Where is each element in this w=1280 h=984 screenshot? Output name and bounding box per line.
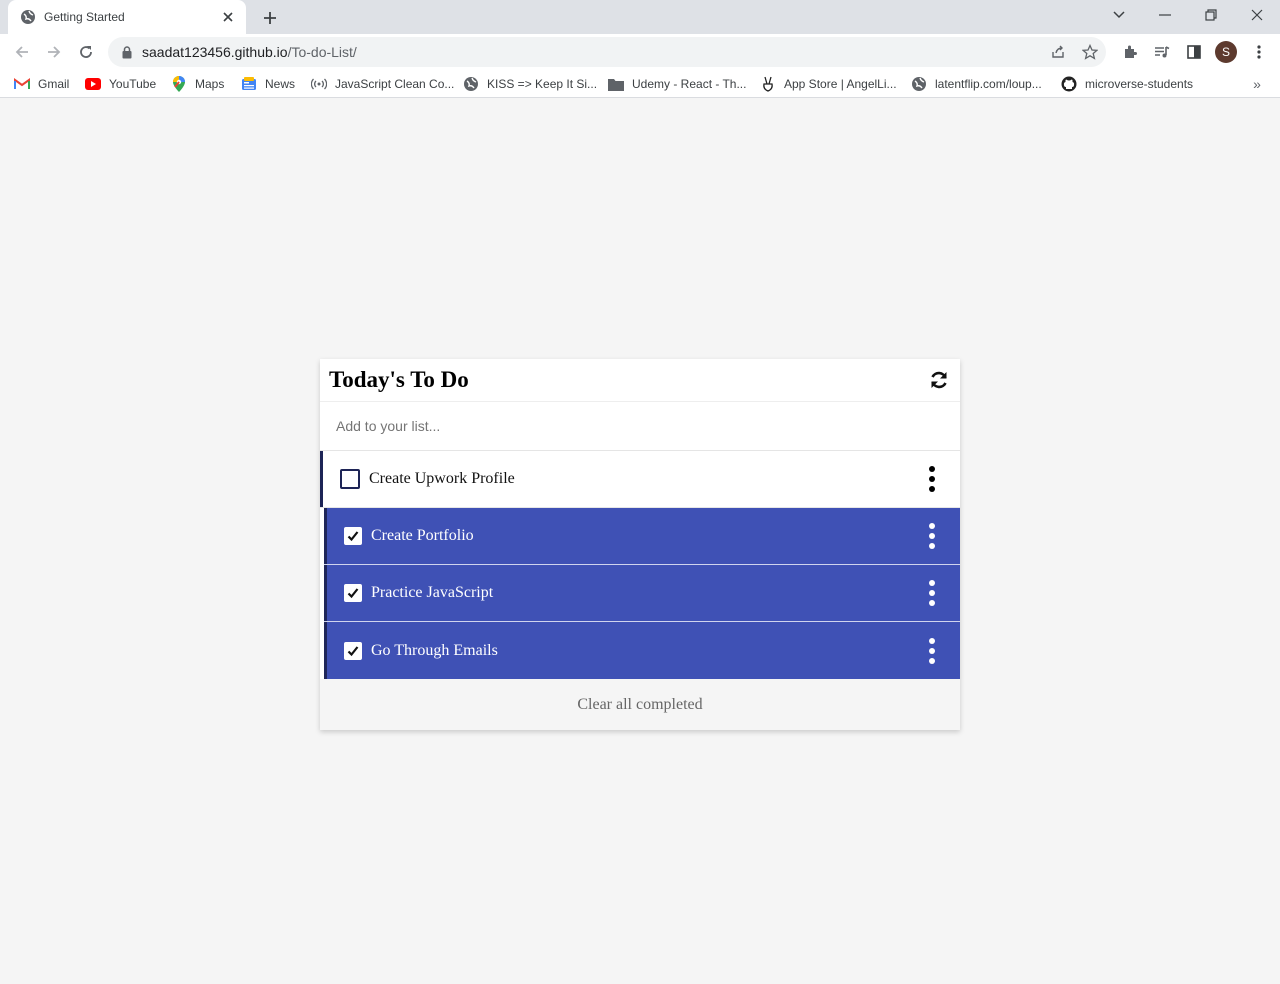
item-accent-bar [324,508,327,564]
bookmark-star-icon[interactable] [1076,38,1104,66]
bookmark-youtube[interactable]: YouTube [85,74,156,94]
profile-avatar[interactable]: S [1215,41,1237,63]
check-icon [347,645,359,656]
bookmark-label: App Store | AngelLi... [784,77,897,91]
tab-strip: Getting Started [0,0,1280,34]
bookmark-label: Maps [195,77,225,91]
more-vert-icon[interactable] [920,636,944,666]
media-control-icon[interactable] [1148,38,1176,66]
bookmark-app-store-angellist[interactable]: App Store | AngelLi... [760,74,897,94]
bookmark-label: KISS => Keep It Si... [487,77,598,91]
forward-icon[interactable] [40,38,68,66]
todo-item-text[interactable]: Practice JavaScript [371,584,920,602]
check-icon [347,588,359,599]
more-vert-icon[interactable] [920,464,944,494]
maps-icon [171,76,187,92]
globe-icon [20,9,36,25]
globe-icon [911,76,927,92]
todo-card: Today's To Do Create Upwork Profile Crea… [320,359,960,730]
bookmark-maps[interactable]: Maps [171,74,224,94]
bookmark-label: News [265,77,296,91]
more-vert-icon[interactable] [920,578,944,608]
globe-icon [463,76,479,92]
bookmark-gmail[interactable]: Gmail [14,74,69,94]
todo-item-text[interactable]: Create Upwork Profile [369,470,920,488]
todo-item-completed: Create Portfolio [324,508,960,565]
minimize-icon[interactable] [1142,0,1188,30]
refresh-icon[interactable] [928,369,950,391]
github-icon [1061,76,1077,92]
browser-tab[interactable]: Getting Started [8,0,246,34]
item-accent-bar [320,451,323,507]
bookmark-label: Udemy - React - Th... [632,77,747,91]
todo-item-text[interactable]: Go Through Emails [371,642,920,660]
url-host: saadat123456.github.io [142,44,288,60]
tab-search-icon[interactable] [1096,0,1142,30]
more-vert-icon[interactable] [920,521,944,551]
bookmark-label: latentflip.com/loup... [935,77,1042,91]
bookmark-label: YouTube [109,77,157,91]
todo-checkbox-unchecked[interactable] [340,469,360,489]
browser-menu-icon[interactable] [1245,38,1273,66]
add-task-row [320,402,960,451]
todo-item-completed: Go Through Emails [324,622,960,679]
url-text: saadat123456.github.io/To-do-List/ [142,44,357,60]
todo-checkbox-checked[interactable] [344,527,362,545]
bookmark-label: Gmail [38,77,70,91]
close-window-icon[interactable] [1234,0,1280,30]
reload-icon[interactable] [72,38,100,66]
address-bar[interactable]: saadat123456.github.io/To-do-List/ [108,37,1106,67]
bookmarks-overflow-chevron-icon[interactable]: » [1248,74,1266,94]
todo-item: Create Upwork Profile [320,451,960,508]
tab-title: Getting Started [44,10,125,24]
todo-item-text[interactable]: Create Portfolio [371,527,920,545]
bookmark-microverse-students[interactable]: microverse-students [1061,74,1193,94]
item-accent-bar [324,622,327,679]
new-tab-icon[interactable] [258,6,282,30]
folder-icon [608,76,624,92]
bookmarks-bar: Gmail YouTube Maps News JavaScript Clean… [0,70,1280,98]
bookmark-label: microverse-students [1085,77,1194,91]
angellist-icon [760,76,776,92]
todo-header: Today's To Do [320,359,960,402]
browser-toolbar: saadat123456.github.io/To-do-List/ S [0,34,1280,70]
todo-checkbox-checked[interactable] [344,641,362,660]
bookmark-label: JavaScript Clean Co... [335,77,455,91]
bookmark-kiss[interactable]: KISS => Keep It Si... [463,74,597,94]
podcast-icon [311,76,327,92]
news-icon [241,76,257,92]
check-icon [347,531,359,542]
side-panel-icon[interactable] [1180,38,1208,66]
back-icon[interactable] [8,38,36,66]
page-title: Today's To Do [329,367,469,392]
close-tab-icon[interactable] [220,9,236,25]
bookmark-javascript-clean-code[interactable]: JavaScript Clean Co... [311,74,454,94]
item-accent-bar [324,565,327,621]
extensions-icon[interactable] [1116,38,1144,66]
gmail-icon [14,76,30,92]
todo-item-completed: Practice JavaScript [324,565,960,622]
add-task-input[interactable] [336,418,936,434]
restore-icon[interactable] [1188,0,1234,30]
clear-completed-button[interactable]: Clear all completed [320,679,960,730]
share-icon[interactable] [1044,38,1072,66]
bookmark-news[interactable]: News [241,74,295,94]
bookmark-udemy-folder[interactable]: Udemy - React - Th... [608,74,746,94]
lock-icon [120,45,134,59]
bookmark-latentflip[interactable]: latentflip.com/loup... [911,74,1042,94]
youtube-icon [85,76,101,92]
url-path: /To-do-List/ [287,44,357,60]
todo-checkbox-checked[interactable] [344,584,362,602]
